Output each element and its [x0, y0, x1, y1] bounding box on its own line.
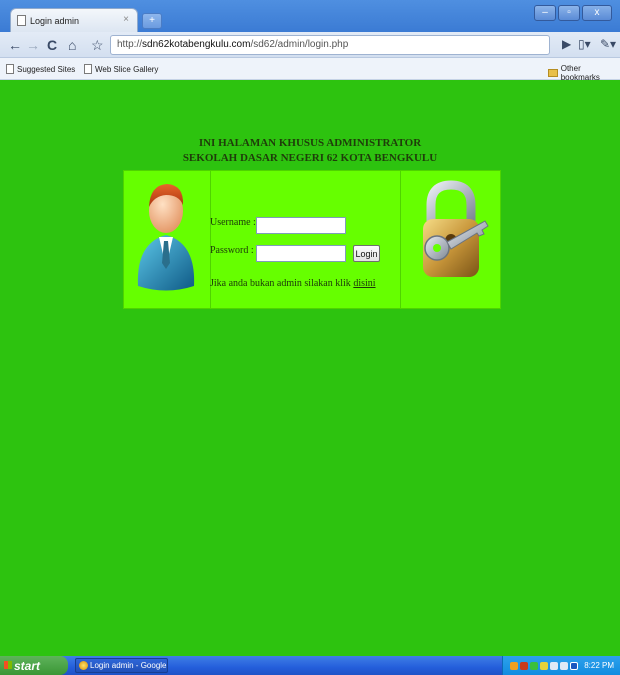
maximize-icon[interactable]: ▫ — [558, 5, 580, 21]
non-admin-note: Jika anda bukan admin silakan klik disin… — [210, 278, 376, 289]
home-icon[interactable]: ⌂ — [68, 36, 76, 54]
admin-user-icon — [137, 184, 195, 291]
url-path: /sd62/admin/login.php — [250, 39, 349, 50]
padlock-cell — [400, 171, 500, 308]
tray-icon[interactable] — [540, 661, 549, 670]
system-tray: 8:22 PM — [502, 656, 620, 675]
password-label: Password : — [210, 245, 254, 256]
start-label: start — [14, 658, 41, 673]
password-input[interactable] — [256, 245, 346, 262]
heading-line-1: INI HALAMAN KHUSUS ADMINISTRATOR — [198, 137, 422, 149]
reload-icon[interactable]: C — [47, 36, 57, 54]
browser-toolbar: ← → C ⌂ ☆ http://sdn62kotabengkulu.com/s… — [0, 32, 620, 58]
network-icon[interactable] — [550, 661, 559, 670]
tray-icon[interactable] — [530, 661, 539, 670]
user-avatar-cell — [124, 171, 211, 308]
tray-icon[interactable] — [510, 661, 519, 670]
login-table: Username : Password : Login Jika anda bu… — [123, 170, 501, 309]
url-prefix: http:// — [117, 39, 143, 50]
clock: 8:22 PM — [584, 661, 614, 670]
taskbar: start Login admin - Google ... 8:22 PM — [0, 656, 620, 675]
username-label: Username : — [210, 217, 256, 228]
bookmark-web-slice-gallery[interactable]: Web Slice Gallery — [84, 64, 158, 74]
volume-icon[interactable] — [560, 661, 569, 670]
page-menu-icon[interactable]: ▯▾ — [578, 37, 591, 51]
here-link[interactable]: disini — [353, 278, 375, 289]
bookmarks-bar: Suggested Sites Web Slice Gallery Other … — [0, 58, 620, 82]
page-icon — [84, 64, 92, 74]
tray-icon[interactable] — [520, 661, 529, 670]
taskbar-item-login-admin[interactable]: Login admin - Google ... — [75, 658, 168, 673]
minimize-icon[interactable]: – — [534, 5, 556, 21]
bookmark-star-icon[interactable]: ☆ — [91, 36, 104, 54]
heading-line-2: SEKOLAH DASAR NEGERI 62 KOTA BENGKULU — [182, 152, 438, 164]
browser-titlebar: Login admin × + – ▫ x — [0, 0, 620, 32]
back-arrow-icon[interactable]: ← — [8, 36, 22, 54]
chrome-icon — [79, 661, 88, 670]
forward-arrow-icon[interactable]: → — [26, 36, 40, 54]
new-tab-button[interactable]: + — [142, 13, 162, 29]
window-controls: – ▫ x — [534, 5, 612, 21]
page-icon — [6, 64, 14, 74]
folder-icon — [548, 69, 558, 77]
tray-icon[interactable] — [570, 661, 579, 670]
note-text: Jika anda bukan admin silakan klik — [210, 278, 354, 289]
bookmark-label: Web Slice Gallery — [95, 64, 159, 74]
task-label: Login admin - Google ... — [90, 661, 168, 670]
windows-flag-icon — [4, 661, 12, 669]
tab-close-icon[interactable]: × — [123, 14, 129, 25]
url-host: sdn62kotabengkulu.com — [142, 39, 251, 50]
page-content: INI HALAMAN KHUSUS ADMINISTRATOR SEKOLAH… — [0, 80, 620, 656]
close-icon[interactable]: x — [582, 5, 612, 21]
start-button[interactable]: start — [0, 656, 68, 675]
bookmark-label: Suggested Sites — [17, 64, 76, 74]
play-icon[interactable]: ▶ — [562, 37, 571, 51]
padlock-key-icon — [423, 180, 489, 277]
login-button[interactable]: Login — [353, 245, 380, 262]
bookmark-suggested-sites[interactable]: Suggested Sites — [6, 64, 75, 74]
username-input[interactable] — [256, 217, 346, 234]
address-bar[interactable]: http://sdn62kotabengkulu.com/sd62/admin/… — [110, 35, 550, 55]
page-heading: INI HALAMAN KHUSUS ADMINISTRATOR SEKOLAH… — [0, 136, 620, 166]
wrench-icon[interactable]: ✎▾ — [600, 37, 616, 51]
tab-login-admin[interactable]: Login admin × — [10, 8, 138, 32]
tab-title: Login admin — [30, 15, 80, 26]
page-icon — [17, 15, 26, 26]
